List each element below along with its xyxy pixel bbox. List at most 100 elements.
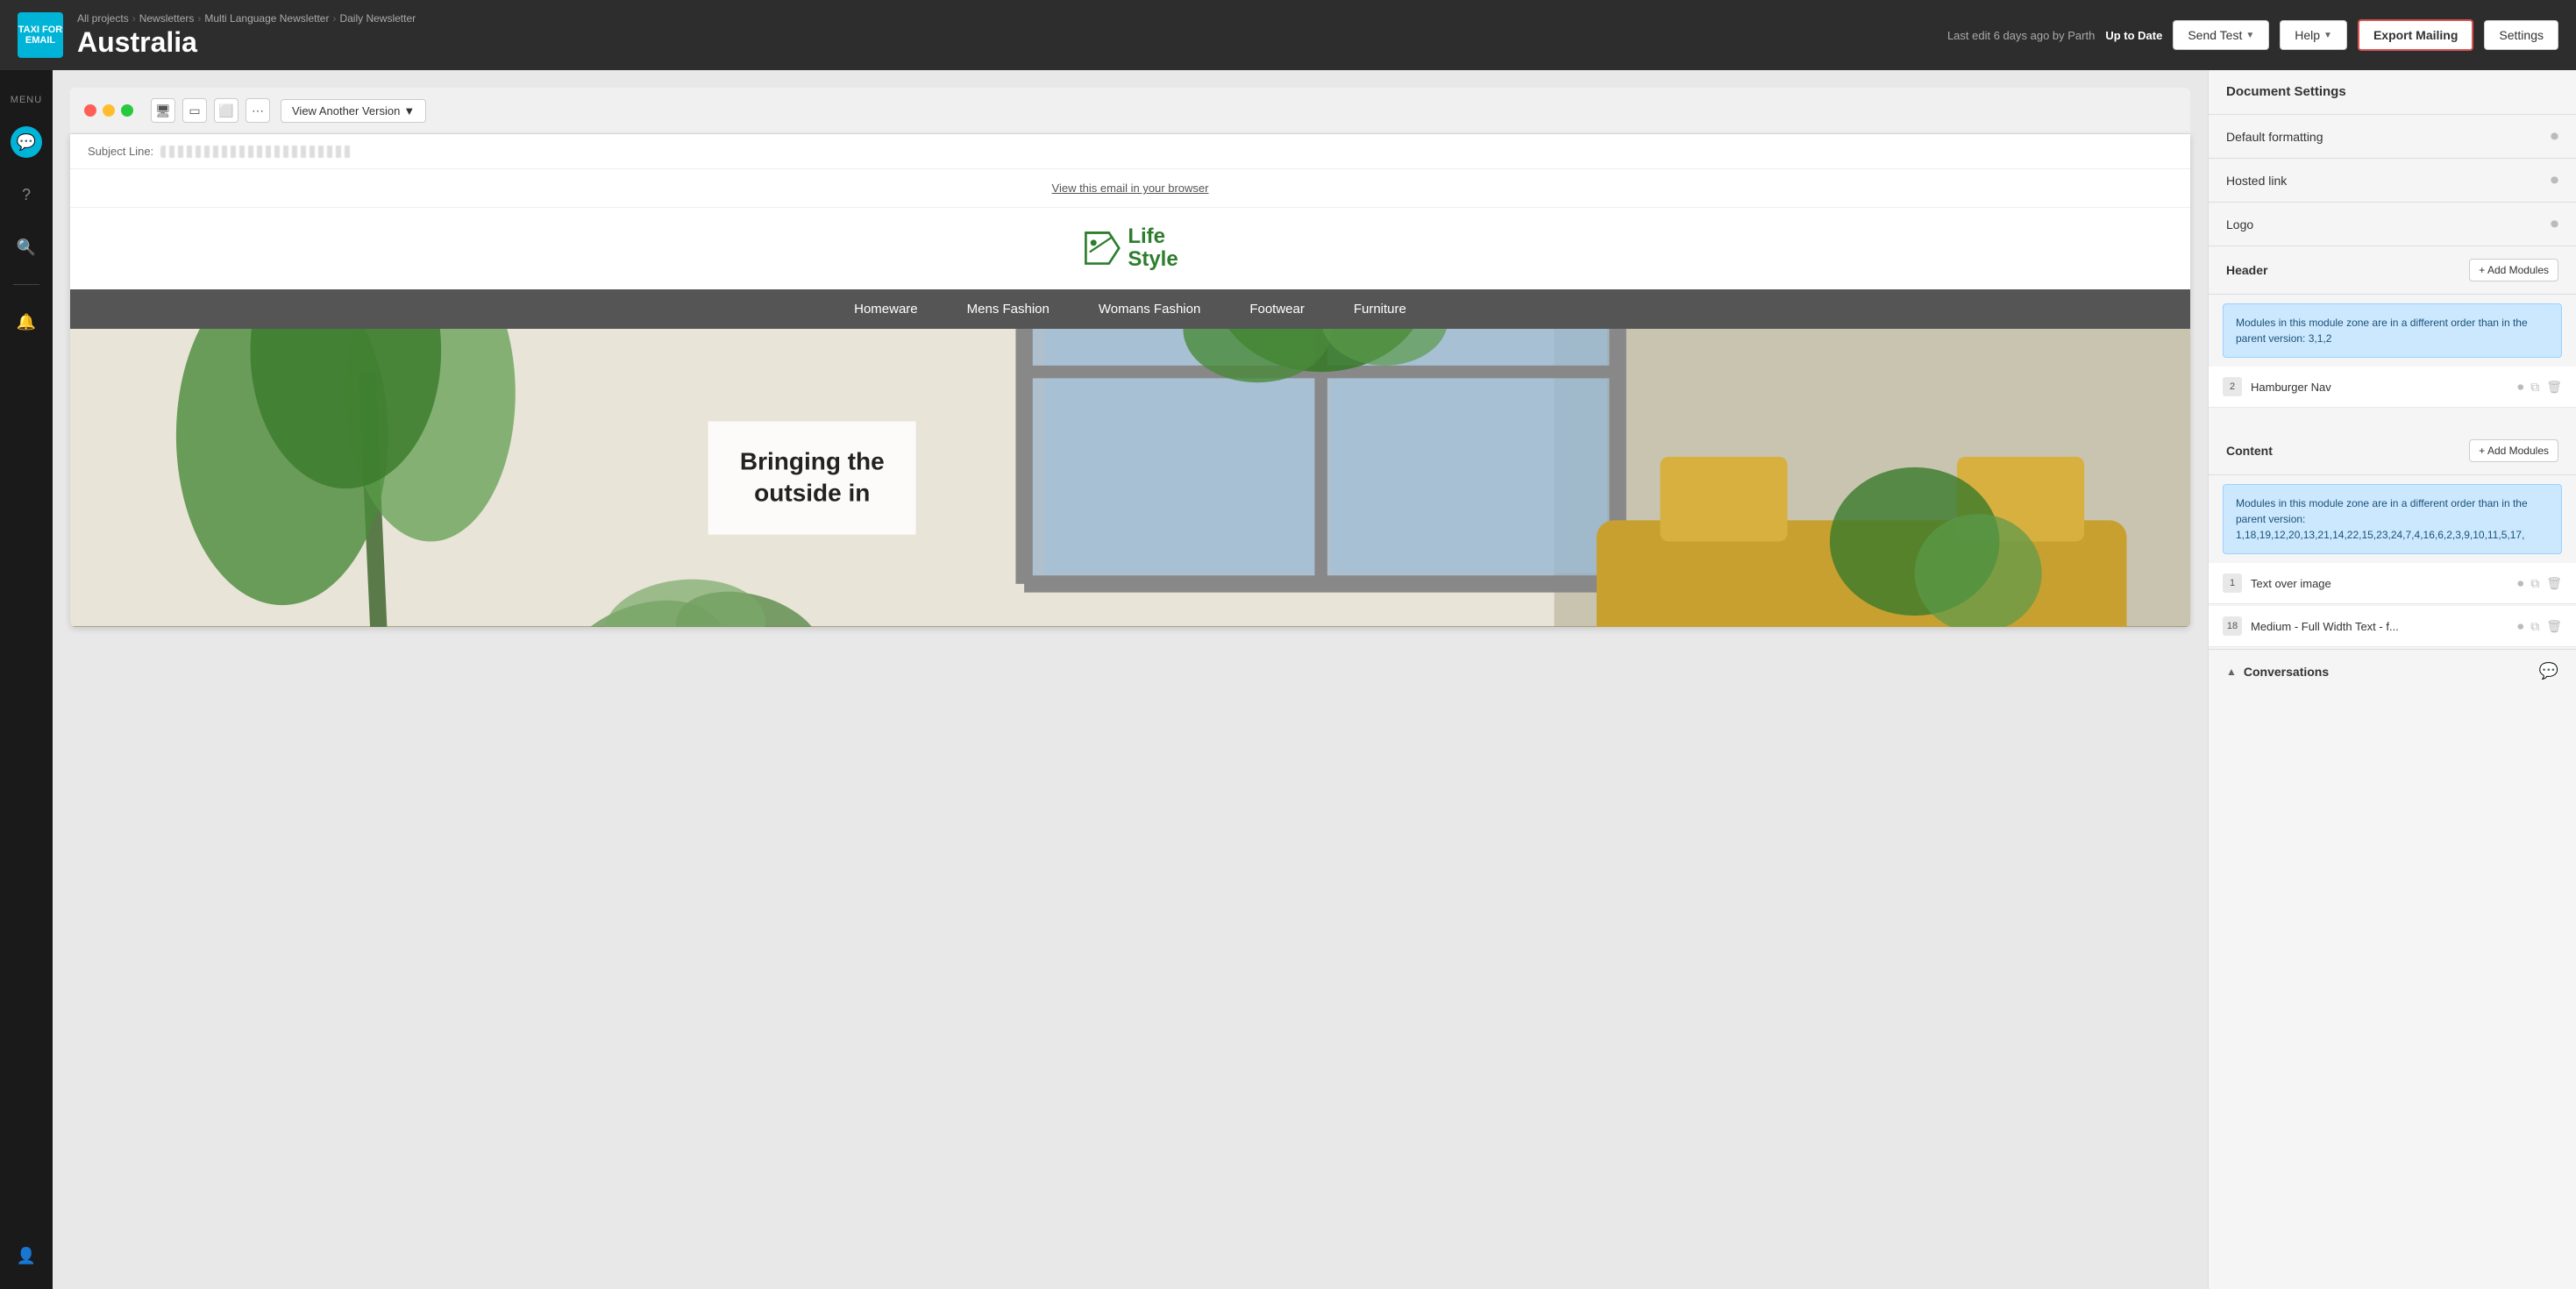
conversations-chat-icon: 💬: [2539, 662, 2558, 680]
content-zone-header: Content + Add Modules: [2209, 427, 2576, 475]
default-formatting-row[interactable]: Default formatting ⏺: [2209, 115, 2576, 159]
dot-yellow: [103, 104, 115, 117]
module-number-18: 18: [2223, 616, 2242, 636]
breadcrumb-sep-2: ›: [197, 12, 201, 25]
right-panel: Document Settings Default formatting ⏺ H…: [2208, 70, 2576, 1289]
module-name-full-width-text: Medium - Full Width Text - f...: [2251, 620, 2508, 633]
hosted-link-label: Hosted link: [2226, 174, 2287, 188]
content-area: 🖥 ▭ ⬜ ⋯ View Another Version ▼ Subject L…: [53, 70, 2576, 1289]
app-logo[interactable]: TAXI FOR EMAIL: [18, 12, 63, 58]
module-settings-icon-1[interactable]: ⏺: [2517, 576, 2523, 591]
module-delete-icon[interactable]: 🗑: [2546, 380, 2562, 395]
hero-svg: [70, 329, 2190, 627]
header-zone-title: Header: [2226, 263, 2267, 277]
sidebar-icon-search[interactable]: 🔍: [11, 231, 42, 263]
nav-item-womans-fashion[interactable]: Womans Fashion: [1074, 289, 1225, 329]
module-name-text-over-image: Text over image: [2251, 577, 2508, 590]
breadcrumb-sep-1: ›: [132, 12, 136, 25]
toolbar-icons: 🖥 ▭ ⬜ ⋯: [151, 98, 270, 123]
top-bar: TAXI FOR EMAIL All projects › Newsletter…: [0, 0, 2576, 70]
breadcrumb-multi-language[interactable]: Multi Language Newsletter: [204, 12, 329, 25]
module-delete-icon-1[interactable]: 🗑: [2546, 576, 2562, 591]
settings-button[interactable]: Settings: [2484, 20, 2558, 50]
header-right: Last edit 6 days ago by Parth Up to Date…: [1947, 19, 2558, 51]
conversations-label: Conversations: [2244, 665, 2329, 679]
last-edit-text: Last edit 6 days ago by Parth: [1947, 29, 2095, 42]
email-nav-bar: Homeware Mens Fashion Womans Fashion Foo…: [70, 289, 2190, 329]
logo-text: TAXI FOR EMAIL: [18, 25, 63, 46]
email-body: View this email in your browser: [70, 169, 2190, 627]
hero-text: Bringing the outside in: [740, 445, 885, 509]
dot-red: [84, 104, 96, 117]
logo-row[interactable]: Logo ⏺: [2209, 203, 2576, 246]
help-button[interactable]: Help ▼: [2280, 20, 2347, 50]
module-copy-icon-1[interactable]: ⧉: [2530, 576, 2539, 591]
conversations-bar[interactable]: ▲ Conversations 💬: [2209, 649, 2576, 693]
content-module-item-text-over-image[interactable]: 1 Text over image ⏺ ⧉ 🗑: [2209, 563, 2576, 604]
module-copy-icon[interactable]: ⧉: [2530, 380, 2539, 395]
export-mailing-button[interactable]: Export Mailing: [2358, 19, 2473, 51]
view-another-version-label: View Another Version: [292, 104, 400, 118]
export-mailing-label: Export Mailing: [2373, 28, 2458, 42]
nav-item-furniture[interactable]: Furniture: [1329, 289, 1431, 329]
module-actions-full-width: ⏺ ⧉ 🗑: [2517, 619, 2562, 634]
content-zone-alert: Modules in this module zone are in a dif…: [2223, 484, 2562, 554]
content-module-item-full-width-text[interactable]: 18 Medium - Full Width Text - f... ⏺ ⧉ 🗑: [2209, 606, 2576, 647]
sidebar-divider: [13, 284, 39, 285]
lifestyle-logo: Life Style: [1082, 225, 1178, 272]
email-logo-area: Life Style: [70, 208, 2190, 289]
breadcrumb-all-projects[interactable]: All projects: [77, 12, 129, 25]
preview-tablet-icon[interactable]: ▭: [182, 98, 207, 123]
preview-more-icon[interactable]: ⋯: [246, 98, 270, 123]
content-add-modules-button[interactable]: + Add Modules: [2469, 439, 2558, 462]
status-badge: Up to Date: [2105, 29, 2162, 42]
header-add-modules-button[interactable]: + Add Modules: [2469, 259, 2558, 281]
dot-green: [121, 104, 133, 117]
module-settings-icon-18[interactable]: ⏺: [2517, 619, 2523, 634]
module-actions-text-image: ⏺ ⧉ 🗑: [2517, 576, 2562, 591]
help-label: Help: [2295, 28, 2320, 42]
email-preview-wrapper[interactable]: 🖥 ▭ ⬜ ⋯ View Another Version ▼ Subject L…: [53, 70, 2208, 1289]
conversations-chevron-icon: ▲: [2226, 666, 2237, 678]
view-browser-bar: View this email in your browser: [70, 169, 2190, 208]
hero-section: Bringing the outside in: [70, 329, 2190, 627]
sidebar-icon-help[interactable]: ?: [11, 179, 42, 210]
module-number-1: 1: [2223, 573, 2242, 593]
breadcrumb-daily-newsletter[interactable]: Daily Newsletter: [339, 12, 416, 25]
email-frame: Subject Line: View this email in your br…: [70, 134, 2190, 627]
view-another-version-button[interactable]: View Another Version ▼: [281, 99, 426, 123]
default-formatting-icon: ⏺: [2551, 127, 2558, 146]
hosted-link-row[interactable]: Hosted link ⏺: [2209, 159, 2576, 203]
breadcrumb-newsletters[interactable]: Newsletters: [139, 12, 195, 25]
content-zone-title: Content: [2226, 444, 2273, 458]
module-actions-hamburger: ⏺ ⧉ 🗑: [2517, 380, 2562, 395]
send-test-arrow-icon: ▼: [2245, 31, 2254, 40]
module-delete-icon-18[interactable]: 🗑: [2546, 619, 2562, 634]
sidebar-icon-user[interactable]: 👤: [11, 1240, 42, 1271]
module-copy-icon-18[interactable]: ⧉: [2530, 619, 2539, 634]
module-settings-icon[interactable]: ⏺: [2517, 380, 2523, 395]
module-name-hamburger-nav: Hamburger Nav: [2251, 381, 2508, 394]
view-browser-link[interactable]: View this email in your browser: [1052, 182, 1209, 195]
hosted-link-icon: ⏺: [2551, 171, 2558, 189]
hero-image: [70, 329, 2190, 627]
traffic-lights: [84, 104, 133, 117]
breadcrumb: All projects › Newsletters › Multi Langu…: [77, 12, 416, 25]
sidebar-icon-bell[interactable]: 🔔: [11, 306, 42, 338]
subject-label: Subject Line:: [88, 145, 153, 158]
document-settings-section: Document Settings: [2209, 70, 2576, 115]
default-formatting-label: Default formatting: [2226, 130, 2323, 144]
nav-item-footwear[interactable]: Footwear: [1225, 289, 1329, 329]
preview-desktop-icon[interactable]: 🖥: [151, 98, 175, 123]
send-test-button[interactable]: Send Test ▼: [2173, 20, 2269, 50]
nav-item-homeware[interactable]: Homeware: [829, 289, 943, 329]
sidebar-icon-chat[interactable]: 💬: [11, 126, 42, 158]
send-test-label: Send Test: [2188, 28, 2242, 42]
module-number-2: 2: [2223, 377, 2242, 396]
left-sidebar: MENU 💬 ? 🔍 🔔 👤: [0, 70, 53, 1289]
menu-label: MENU: [11, 95, 42, 105]
preview-mobile-icon[interactable]: ⬜: [214, 98, 238, 123]
help-arrow-icon: ▼: [2323, 31, 2332, 40]
nav-item-mens-fashion[interactable]: Mens Fashion: [943, 289, 1074, 329]
header-module-item-hamburger-nav[interactable]: 2 Hamburger Nav ⏺ ⧉ 🗑: [2209, 367, 2576, 408]
